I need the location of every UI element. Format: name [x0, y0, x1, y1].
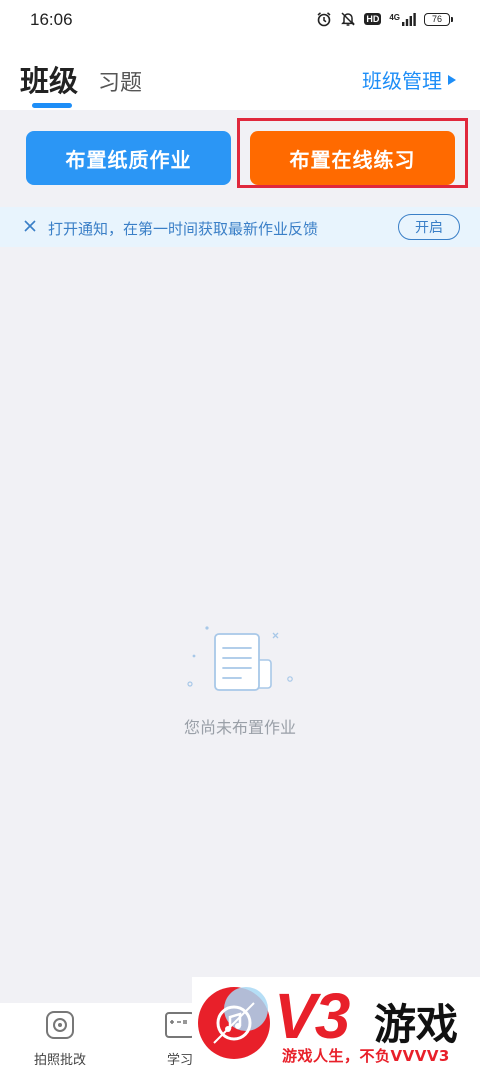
- hd-badge: HD: [364, 13, 382, 25]
- active-tab-indicator: [32, 103, 72, 108]
- signal-indicator: 4G: [389, 12, 416, 26]
- empty-state-text: 您尚未布置作业: [183, 718, 296, 737]
- close-icon[interactable]: [22, 218, 38, 234]
- network-type: 4G: [389, 12, 400, 22]
- watermark-name: 游戏: [374, 1000, 459, 1049]
- watermark-slogan: 游戏人生，不负VVVV3: [282, 1047, 450, 1065]
- watermark-brand: V3: [274, 980, 350, 1052]
- assign-paper-homework-button[interactable]: 布置纸质作业: [26, 131, 231, 185]
- class-management-label: 班级管理: [362, 69, 442, 93]
- camera-icon: [46, 1011, 74, 1039]
- status-time: 16:06: [30, 10, 73, 29]
- highlight-annotation-box: [237, 118, 468, 188]
- alarm-icon: [317, 12, 331, 27]
- watermark-logo: V3 游戏 游戏人生，不负VVVV3: [192, 977, 480, 1067]
- signal-icon: [402, 12, 416, 26]
- class-management-link[interactable]: 班级管理: [362, 65, 456, 94]
- empty-document-icon: [187, 626, 293, 691]
- mute-bell-icon: [341, 12, 356, 26]
- triangle-right-icon: [448, 74, 456, 85]
- nav-item-photo-grading[interactable]: 拍照批改: [20, 1009, 100, 1067]
- notification-text: 打开通知，在第一时间获取最新作业反馈: [48, 220, 319, 238]
- nav-label-photo-grading: 拍照批改: [33, 1053, 86, 1067]
- top-header: 班级 习题 班级管理: [0, 40, 480, 110]
- tab-exercises[interactable]: 习题: [98, 65, 142, 97]
- battery-icon: 76: [424, 12, 453, 26]
- notification-banner: 打开通知，在第一时间获取最新作业反馈 开启: [0, 207, 480, 247]
- status-bar: 16:06 HD 4G 76: [0, 0, 480, 40]
- status-icons: HD 4G 76: [316, 11, 453, 27]
- music-disc-logo-icon: [198, 987, 270, 1059]
- tab-class[interactable]: 班级: [20, 58, 78, 100]
- enable-notification-button[interactable]: 开启: [398, 214, 460, 240]
